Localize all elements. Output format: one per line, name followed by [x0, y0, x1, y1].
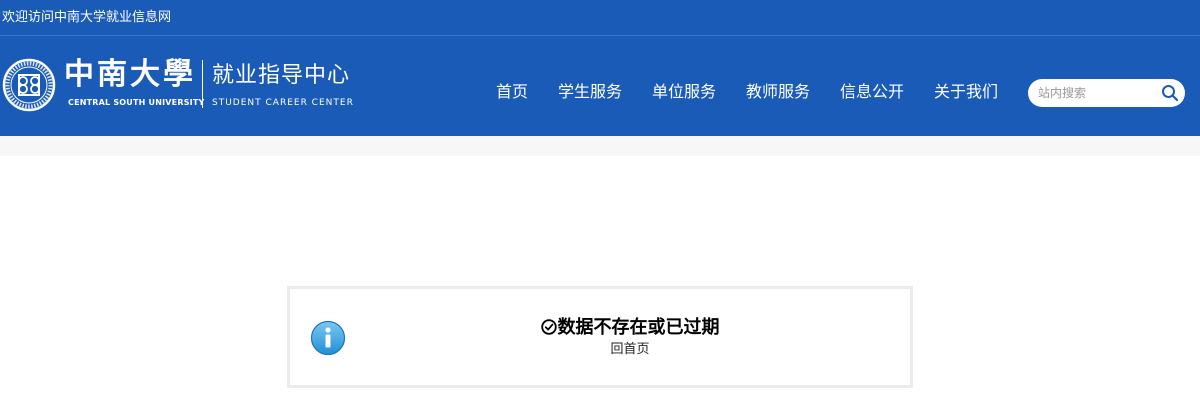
center-name-cn: 就业指导中心 [212, 63, 351, 88]
message-box: 数据不存在或已过期 回首页 [287, 286, 913, 388]
welcome-text: 欢迎访问中南大学就业信息网 [2, 10, 172, 25]
site-header: 中南大學 CENTRAL SOUTH UNIVERSITY 就业指导中心 STU… [0, 36, 1200, 136]
university-name-en: CENTRAL SOUTH UNIVERSITY [68, 98, 205, 107]
site-search [1028, 79, 1185, 107]
center-name-en: STUDENT CAREER CENTER [212, 98, 354, 108]
search-icon[interactable] [1161, 84, 1179, 102]
site-logo[interactable]: 中南大學 CENTRAL SOUTH UNIVERSITY 就业指导中心 STU… [2, 56, 354, 114]
top-welcome-bar: 欢迎访问中南大学就业信息网 [0, 0, 1200, 36]
logo-divider [202, 60, 203, 108]
search-input[interactable] [1038, 83, 1153, 103]
back-home-link[interactable]: 回首页 [290, 341, 970, 359]
university-name-cn: 中南大學 [64, 57, 196, 92]
nav-teacher-services[interactable]: 教师服务 [746, 82, 810, 102]
nav-home[interactable]: 首页 [496, 82, 528, 102]
nav-student-services[interactable]: 学生服务 [558, 82, 622, 102]
nav-employer-services[interactable]: 单位服务 [652, 82, 716, 102]
message-title: 数据不存在或已过期 [290, 317, 970, 339]
nav-about-us[interactable]: 关于我们 [934, 82, 998, 102]
message-title-text: 数据不存在或已过期 [557, 317, 720, 338]
content-top-strip [0, 136, 1200, 156]
nav-public-information[interactable]: 信息公开 [840, 82, 904, 102]
university-seal-icon [2, 58, 56, 112]
check-circle-icon [540, 319, 557, 335]
